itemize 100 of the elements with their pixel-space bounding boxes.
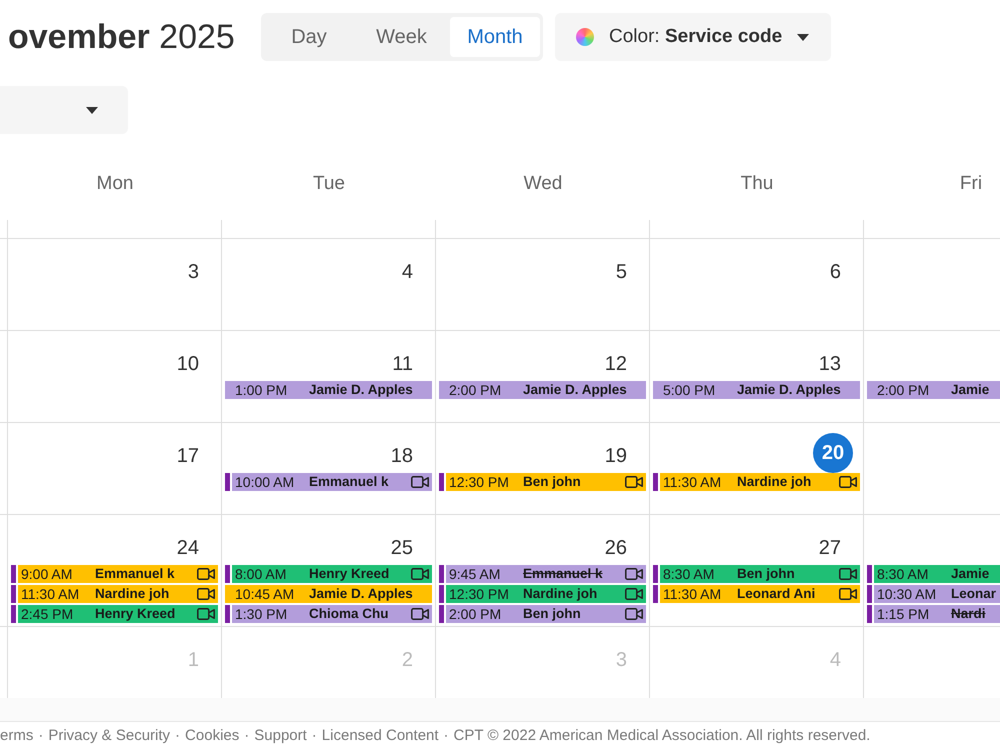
appointment-chip[interactable]: 2:00 PM Jamie D. Apples — [439, 381, 646, 399]
date-number: 13 — [818, 352, 841, 376]
separator: · — [244, 727, 250, 744]
weekday-label: Thu — [740, 173, 774, 194]
appointment-chip[interactable]: 1:15 PM Nardi — [874, 605, 1000, 623]
separator: · — [312, 727, 317, 744]
date-number: 11 — [392, 352, 413, 376]
date-number: 10 — [176, 352, 199, 376]
client-name: Jamie D. Apples — [309, 381, 414, 399]
client-name: Jamie D. Apples — [523, 381, 628, 399]
date-number: 3 — [188, 260, 199, 284]
color-dropdown[interactable]: Color: Service code — [555, 13, 831, 61]
appointment-chip[interactable]: 12:30 PM Ben john — [446, 473, 646, 491]
appointment-chip[interactable]: 9:00 AM Emmanuel k — [18, 565, 218, 583]
view-tab[interactable]: Month — [450, 17, 540, 57]
client-name: Leonard Ani — [737, 585, 816, 603]
weekday-label: Wed — [524, 173, 562, 194]
caret-icon — [86, 106, 98, 114]
client-name: Emmanuel k — [523, 565, 604, 583]
client-name: Jamie D. Apples — [737, 381, 842, 399]
filter-dropdown[interactable] — [0, 86, 128, 134]
caret-icon — [797, 34, 809, 40]
client-name: Jamie D. Apples — [309, 585, 414, 603]
date-number: 3 — [616, 648, 627, 672]
appointment-time: 2:00 PM — [449, 605, 502, 623]
appointment-chip[interactable]: 10:30 AM Leonar — [874, 585, 1000, 603]
client-name: Nardi — [951, 605, 987, 623]
appointment-time: 10:30 AM — [877, 585, 938, 603]
date-number: 5 — [616, 260, 627, 284]
footer-link[interactable]: Licensed Content — [322, 727, 439, 744]
appointment-time: 2:00 PM — [449, 381, 502, 399]
appointment-time: 12:30 PM — [449, 585, 510, 603]
appointment-time: 11:30 AM — [663, 473, 722, 491]
weekday-label: Mon — [96, 173, 134, 194]
copyright-text: CPT © 2022 American Medical Association. All rights reserved. — [454, 727, 870, 744]
appointment-time: 2:00 PM — [877, 381, 930, 399]
separator: · — [444, 727, 449, 744]
footer-link[interactable]: Privacy & Security — [48, 727, 170, 744]
appointment-time: 9:45 AM — [449, 565, 502, 583]
appointment-time: 11:30 AM — [21, 585, 80, 603]
appointment-chip[interactable]: 10:45 AM Jamie D. Apples — [225, 585, 432, 603]
footer-link[interactable]: Cookies — [185, 727, 240, 744]
appointment-chip[interactable]: 11:30 AM Leonard Ani — [660, 585, 860, 603]
date-number: 12 — [604, 352, 627, 376]
separator: · — [175, 727, 180, 744]
appointment-chip[interactable]: 9:45 AM Emmanuel k — [446, 565, 646, 583]
client-name: Ben john — [523, 605, 582, 623]
appointment-time: 5:00 PM — [663, 381, 716, 399]
appointment-chip[interactable]: 12:30 PM Nardine joh — [446, 585, 646, 603]
client-name: Henry Kreed — [95, 605, 176, 623]
appointment-chip[interactable]: 8:00 AM Henry Kreed — [232, 565, 432, 583]
appointment-time: 10:00 AM — [235, 473, 296, 491]
client-name: Leonar — [951, 585, 998, 603]
view-tab[interactable]: Week — [353, 17, 450, 57]
date-number: 26 — [604, 536, 627, 560]
weekday-label: Tue — [312, 173, 346, 194]
appointment-chip[interactable]: 11:30 AM Nardine joh — [18, 585, 218, 603]
client-name: Nardine joh — [523, 585, 598, 603]
separator: · — [38, 727, 44, 744]
appointment-chip[interactable]: 2:00 PM Ben john — [446, 605, 646, 623]
date-number: 24 — [176, 536, 199, 560]
appointment-chip[interactable]: 5:00 PM Jamie D. Apples — [653, 381, 860, 399]
client-name: Jamie — [951, 565, 990, 583]
appointment-chip[interactable]: 1:30 PM Chioma Chu — [232, 605, 432, 623]
date-number: 4 — [830, 648, 841, 672]
date-number: 1 — [188, 648, 199, 672]
appointment-time: 10:45 AM — [235, 585, 296, 603]
appointment-time: 8:30 AM — [877, 565, 930, 583]
appointment-time: 11:30 AM — [663, 585, 722, 603]
date-number: 27 — [818, 536, 841, 560]
appointment-time: 1:00 PM — [235, 381, 288, 399]
appointment-time: 8:30 AM — [663, 565, 716, 583]
date-number: 2 — [402, 648, 413, 672]
appointment-chip[interactable]: 11:30 AM Nardine joh — [660, 473, 860, 491]
footer-link[interactable]: erms — [0, 727, 34, 744]
appointment-chip[interactable]: 1:00 PM Jamie D. Apples — [225, 381, 432, 399]
appointment-chip[interactable]: 2:00 PM Jamie — [867, 381, 1000, 399]
appointment-chip[interactable]: 2:45 PM Henry Kreed — [18, 605, 218, 623]
appointment-time: 2:45 PM — [21, 605, 74, 623]
date-number: 19 — [604, 444, 627, 468]
appointment-chip[interactable]: 8:30 AM Ben john — [660, 565, 860, 583]
client-name: Chioma Chu — [309, 605, 390, 623]
appointment-chip[interactable]: 8:30 AM Jamie — [874, 565, 1000, 583]
appointment-time: 1:15 PM — [877, 605, 930, 623]
date-number: 4 — [402, 260, 413, 284]
appointment-chip[interactable]: 10:00 AM Emmanuel k — [232, 473, 432, 491]
appointment-time: 1:30 PM — [235, 605, 288, 623]
view-tab[interactable]: Day — [265, 17, 353, 57]
client-name: Nardine joh — [95, 585, 170, 603]
client-name: Jamie — [951, 381, 990, 399]
client-name: Henry Kreed — [309, 565, 390, 583]
client-name: Nardine joh — [737, 473, 812, 491]
footer-link[interactable]: Support — [254, 727, 307, 744]
today-date: 20 — [813, 433, 853, 473]
weekday-label: Fri — [960, 173, 982, 194]
date-number: 17 — [176, 444, 199, 468]
month-title: ovember 2025 — [7, 17, 236, 58]
client-name: Ben john — [523, 473, 582, 491]
client-name: Emmanuel k — [309, 473, 390, 491]
date-number: 18 — [390, 444, 413, 468]
